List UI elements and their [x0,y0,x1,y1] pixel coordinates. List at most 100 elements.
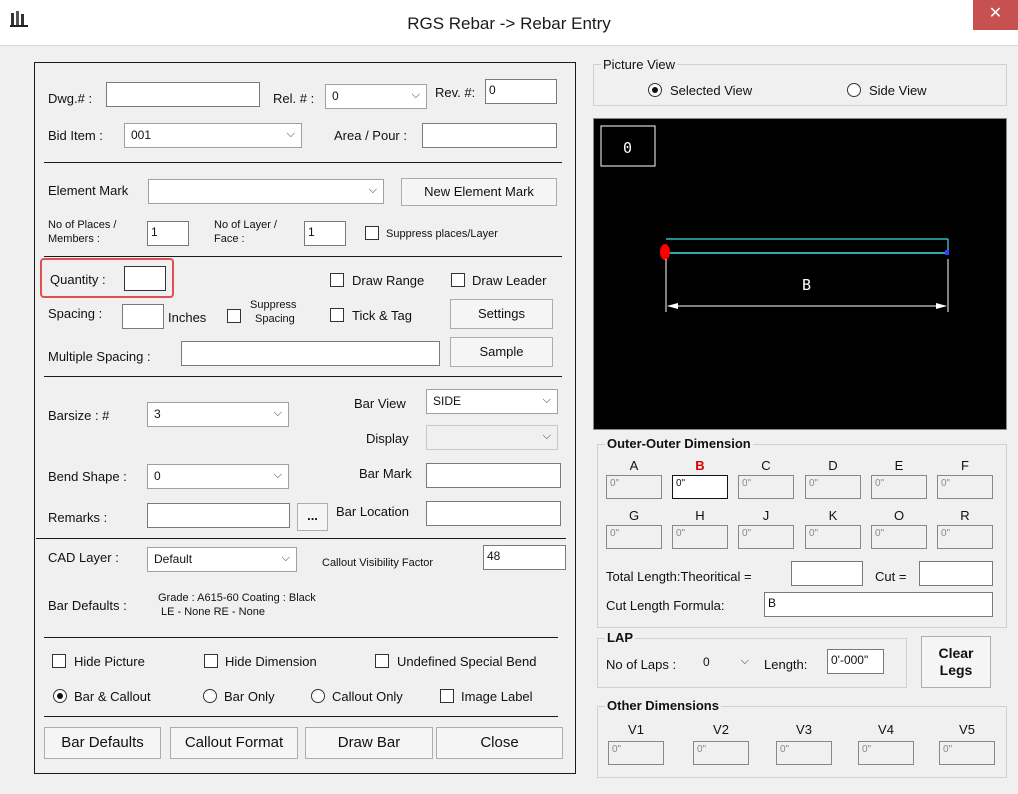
bar-defaults-label: Bar Defaults : [48,598,127,613]
other-dimension-input-3[interactable]: 0" [858,741,914,765]
dimension-input-2[interactable]: 0" [738,475,794,499]
total-length-input[interactable] [791,561,863,586]
cut-label: Cut = [875,569,907,584]
multiple-spacing-input[interactable] [181,341,440,366]
dimension-label-1: B [695,458,705,473]
bar-mark-input[interactable] [426,463,561,488]
bar-defaults-button[interactable]: Bar Defaults [44,727,161,759]
dimension-input-4[interactable]: 0" [871,525,927,549]
element-mark-select[interactable]: ⌵ [148,179,384,204]
dimension-input-5[interactable]: 0" [937,475,993,499]
rel-number-select[interactable]: 0 ⌵ [325,84,427,109]
dwg-label: Dwg.# : [48,91,93,106]
other-dimension-label-3: V4 [878,722,894,737]
draw-bar-button[interactable]: Draw Bar [305,727,433,759]
layer-input[interactable]: 1 [304,221,346,246]
inches-label: Inches [168,310,207,325]
callout-only-radio[interactable] [311,689,325,703]
dimension-label-4: O [893,508,905,523]
dimension-input-3[interactable]: 0" [805,525,861,549]
picture-view-title: Picture View [601,57,678,72]
selected-view-radio[interactable] [648,83,662,97]
draw-range-label: Draw Range [352,273,425,288]
suppress-places-checkbox[interactable] [365,226,379,240]
bar-location-input[interactable] [426,501,561,526]
divider [44,376,562,377]
lap-length-input[interactable]: 0'-000" [827,649,884,674]
remarks-input[interactable] [147,503,290,528]
other-dimension-input-0[interactable]: 0" [608,741,664,765]
rel-value: 0 [332,89,339,103]
cut-input[interactable] [919,561,993,586]
other-dimension-input-4[interactable]: 0" [939,741,995,765]
draw-leader-label: Draw Leader [472,273,547,288]
other-dimension-input-1[interactable]: 0" [693,741,749,765]
draw-range-checkbox[interactable] [330,273,344,287]
tick-tag-label: Tick & Tag [352,308,412,323]
chevron-down-icon: ⌵ [273,469,282,481]
dimension-input-0[interactable]: 0" [606,525,662,549]
bar-view-label: Bar View [354,396,406,411]
window-title: RGS Rebar -> Rebar Entry [407,14,611,33]
rev-label: Rev. #: [435,85,476,100]
spacing-input[interactable] [122,304,164,329]
bar-only-radio[interactable] [203,689,217,703]
chevron-down-icon: ⌵ [411,89,420,101]
hide-dimension-checkbox[interactable] [204,654,218,668]
canvas-mark-text: 0 [623,139,632,157]
hide-picture-label: Hide Picture [74,654,145,669]
bend-shape-select[interactable]: 0 ⌵ [147,464,289,489]
bid-item-select[interactable]: 001 ⌵ [124,123,302,148]
image-label-checkbox[interactable] [440,689,454,703]
bar-mark-label: Bar Mark [359,466,412,481]
cut-length-formula-label: Cut Length Formula: [606,598,725,613]
rev-number-input[interactable]: 0 [485,79,557,104]
clear-legs-button[interactable]: Clear Legs [921,636,991,688]
bar-view-select[interactable]: SIDE ⌵ [426,389,558,414]
places-label-line1: No of Places / [48,219,117,231]
hide-picture-checkbox[interactable] [52,654,66,668]
divider [44,637,558,638]
draw-leader-checkbox[interactable] [451,273,465,287]
tick-tag-checkbox[interactable] [330,308,344,322]
display-select[interactable]: ⌵ [426,425,558,450]
close-window-button[interactable]: ✕ [973,0,1018,30]
side-view-radio[interactable] [847,83,861,97]
dimension-input-2[interactable]: 0" [738,525,794,549]
barsize-value: 3 [154,407,161,421]
cut-length-formula-input[interactable]: B [764,592,993,617]
dimension-input-0[interactable]: 0" [606,475,662,499]
element-mark-label: Element Mark [48,183,129,198]
new-element-mark-button[interactable]: New Element Mark [401,178,557,206]
dimension-input-1[interactable]: 0" [672,475,728,499]
dimension-label-0: A [629,458,639,473]
callout-format-button[interactable]: Callout Format [170,727,298,759]
dimension-input-1[interactable]: 0" [672,525,728,549]
laps-select[interactable]: 0 ⌵ [697,651,755,676]
barsize-select[interactable]: 3 ⌵ [147,402,289,427]
dimension-input-3[interactable]: 0" [805,475,861,499]
quantity-input[interactable] [124,266,166,291]
dimension-letter-text: B [802,276,811,294]
undefined-bend-checkbox[interactable] [375,654,389,668]
dwg-number-input[interactable] [106,82,260,107]
places-input[interactable]: 1 [147,221,189,246]
suppress-spacing-checkbox[interactable] [227,309,241,323]
remarks-ellipsis-button[interactable]: ... [297,503,328,531]
bar-callout-radio[interactable] [53,689,67,703]
other-dimension-input-2[interactable]: 0" [776,741,832,765]
close-button[interactable]: Close [436,727,563,759]
dimension-label-3: D [828,458,838,473]
callout-factor-input[interactable]: 48 [483,545,566,570]
cad-layer-select[interactable]: Default ⌵ [147,547,297,572]
undefined-bend-label: Undefined Special Bend [397,654,537,669]
suppress-places-label: Suppress places/Layer [386,228,498,240]
dimension-input-4[interactable]: 0" [871,475,927,499]
sample-button[interactable]: Sample [450,337,553,367]
cad-layer-value: Default [154,552,193,566]
area-pour-input[interactable] [422,123,557,148]
bid-item-value: 001 [131,128,152,142]
dimension-input-5[interactable]: 0" [937,525,993,549]
divider [44,162,562,163]
settings-button[interactable]: Settings [450,299,553,329]
